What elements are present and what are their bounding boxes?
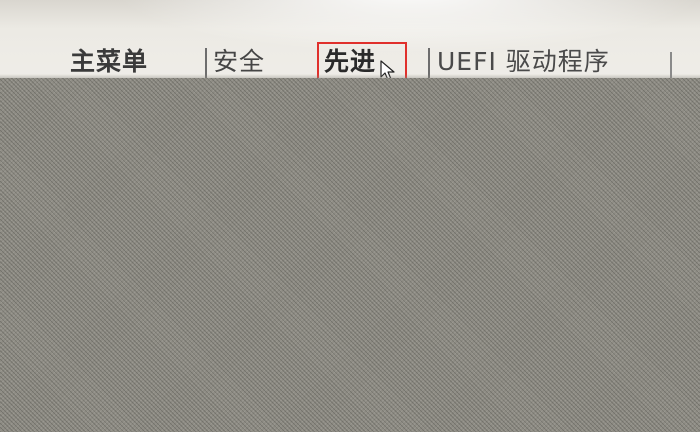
obscured-content-area <box>0 78 700 432</box>
bios-tab-bar: 主菜单 安全 先进 UEFI 驱动程序 <box>0 0 700 82</box>
